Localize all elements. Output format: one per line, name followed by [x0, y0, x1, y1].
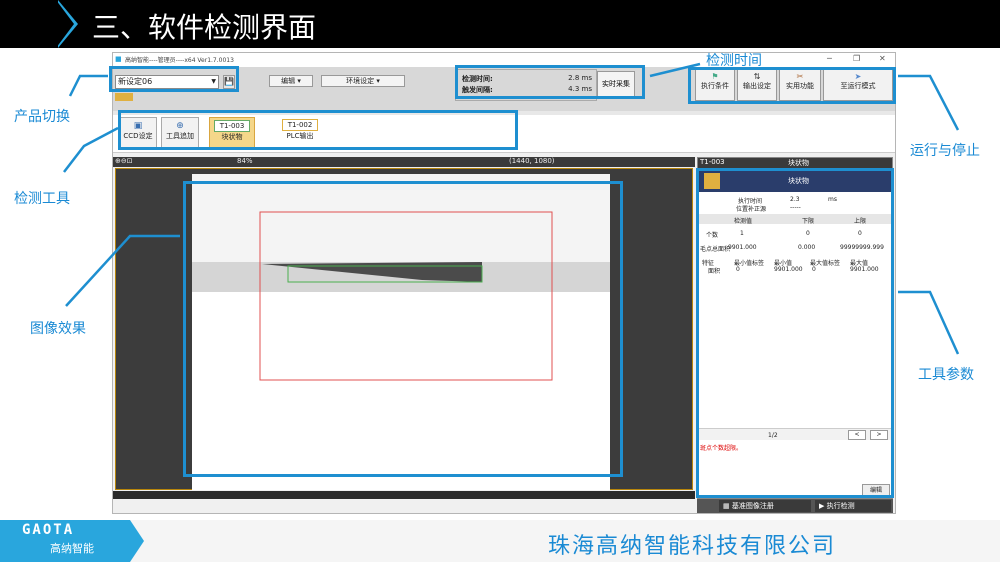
company-logo: GAOTA: [22, 522, 75, 538]
slide-footer: [0, 520, 1000, 562]
annotation-connectors: [63, 62, 960, 355]
company-logo-sub: 高纳智能: [50, 542, 94, 555]
company-name: 珠海高纳智能科技有限公司: [548, 534, 837, 559]
footer-chevron: [130, 520, 144, 562]
